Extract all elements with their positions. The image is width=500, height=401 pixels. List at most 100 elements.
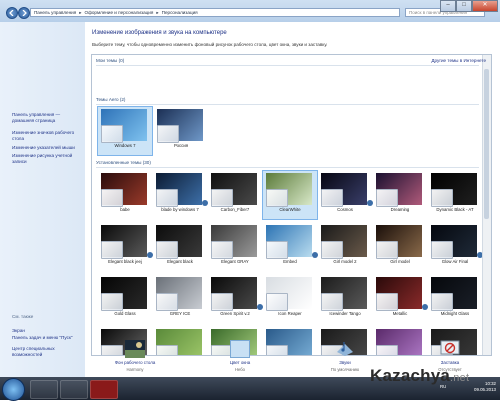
theme-label: Cosmos bbox=[337, 207, 353, 212]
scrollbar[interactable] bbox=[482, 55, 491, 355]
window-color-swatch bbox=[376, 241, 398, 259]
window-color-swatch bbox=[321, 241, 343, 259]
sidebar-link-desktop-icons[interactable]: Изменение значков рабочего стола bbox=[12, 130, 78, 142]
window-color-swatch bbox=[266, 241, 288, 259]
sidebar-link-account-picture[interactable]: Изменение рисунка учетной записи bbox=[12, 153, 78, 165]
taskbar-app-icon[interactable] bbox=[90, 380, 118, 399]
theme-tile[interactable]: Girl model 2 bbox=[318, 223, 372, 271]
theme-tile[interactable]: Carbon_Fiber7 bbox=[208, 171, 262, 219]
sounds-button[interactable]: Звуки По умолчанию bbox=[315, 338, 375, 377]
window-color-swatch bbox=[376, 189, 398, 207]
theme-label: Dynamic Black - AT bbox=[436, 207, 474, 212]
get-more-themes-link[interactable]: Другие темы в Интернете bbox=[431, 58, 486, 63]
sidebar-link-display[interactable]: Экран bbox=[12, 328, 78, 334]
desktop-background-button[interactable]: Фон рабочего стола Harmony bbox=[105, 338, 165, 377]
theme-label: Icewinder Tango bbox=[329, 311, 361, 316]
theme-label: Girl model 2 bbox=[333, 259, 357, 264]
screensaver-icon bbox=[440, 340, 460, 355]
theme-tile[interactable]: babe bbox=[98, 171, 152, 219]
theme-tile[interactable]: Elegant GRAY bbox=[208, 223, 262, 271]
breadcrumb-separator-icon: ▸ bbox=[156, 9, 159, 15]
window-color-swatch bbox=[211, 241, 233, 259]
theme-tile[interactable]: Gold Glass bbox=[98, 275, 152, 323]
breadcrumb-item[interactable]: Панель управления bbox=[34, 10, 76, 15]
theme-tile[interactable]: Elegant black jeej bbox=[98, 223, 153, 271]
clock[interactable]: 10:32 09.05.2013 bbox=[474, 381, 496, 393]
theme-tile[interactable]: blade by windows 7 bbox=[153, 171, 208, 219]
window-color-swatch bbox=[211, 189, 233, 207]
theme-label: Gold Glass bbox=[114, 311, 136, 316]
minimize-button[interactable]: – bbox=[440, 0, 456, 12]
sounds-icon bbox=[337, 342, 353, 356]
start-button[interactable] bbox=[2, 378, 25, 401]
desktop-background-label: Фон рабочего стола bbox=[114, 360, 156, 365]
taskbar-ie-icon[interactable] bbox=[30, 380, 58, 399]
theme-label: Elegant GRAY bbox=[221, 259, 249, 264]
sounds-label: Звуки bbox=[339, 360, 351, 365]
theme-tile[interactable]: Icon Reaper bbox=[263, 275, 317, 323]
theme-tile[interactable]: Dynamic Black - AT bbox=[428, 171, 482, 219]
theme-label: Windows 7 bbox=[114, 143, 136, 148]
window-controls: – □ ✕ bbox=[440, 0, 498, 12]
theme-label: blade by windows 7 bbox=[161, 207, 199, 212]
divider bbox=[96, 104, 479, 105]
theme-tile[interactable]: Girl model bbox=[373, 223, 427, 271]
close-button[interactable]: ✕ bbox=[472, 0, 498, 12]
window-color-label: Цвет окна bbox=[229, 360, 251, 365]
sidebar-link-home[interactable]: Панель управления — домашняя страница bbox=[12, 112, 78, 124]
theme-tile[interactable]: Windows 7 bbox=[97, 106, 153, 156]
breadcrumb-item[interactable]: Персонализация bbox=[162, 10, 198, 15]
desktop-background-icon bbox=[125, 340, 145, 358]
window-color-swatch bbox=[321, 293, 343, 311]
window-color-swatch bbox=[211, 293, 233, 311]
theme-label: Girl model bbox=[390, 259, 410, 264]
theme-tile[interactable]: Icewinder Tango bbox=[318, 275, 372, 323]
window-color-swatch bbox=[431, 189, 453, 207]
main-content: Изменение изображения и звука на компьют… bbox=[85, 22, 500, 377]
window-color-swatch bbox=[156, 293, 178, 311]
page-subtitle: Выберите тему, чтобы одновременно измени… bbox=[92, 42, 328, 47]
forward-button[interactable] bbox=[18, 7, 30, 19]
address-bar[interactable]: Панель управления ▸ Оформление и персона… bbox=[30, 8, 400, 17]
window-color-swatch bbox=[101, 241, 123, 259]
theme-tile[interactable]: GREY ICE bbox=[153, 275, 207, 323]
window-color-swatch bbox=[101, 293, 123, 311]
window-color-icon bbox=[230, 340, 250, 358]
theme-label: GREY ICE bbox=[169, 311, 191, 316]
title-bar: Панель управления ▸ Оформление и персона… bbox=[0, 0, 500, 23]
taskbar-explorer-icon[interactable] bbox=[60, 380, 88, 399]
theme-tile[interactable]: ClearWhite bbox=[262, 170, 318, 220]
desktop-background-value: Harmony bbox=[126, 367, 144, 372]
theme-label: ClearWhite bbox=[279, 207, 301, 212]
theme-tile[interactable]: Midnight Glass bbox=[428, 275, 482, 323]
window-color-swatch bbox=[157, 125, 179, 143]
theme-tile[interactable]: Cosmos bbox=[318, 171, 373, 219]
maximize-button[interactable]: □ bbox=[456, 0, 472, 12]
window-color-value: Небо bbox=[234, 367, 246, 372]
window-color-swatch bbox=[156, 241, 178, 259]
divider bbox=[96, 167, 479, 168]
theme-label: Metallic bbox=[392, 311, 408, 316]
theme-tile[interactable]: Glow Air Final bbox=[428, 223, 483, 271]
sidebar-link-taskbar[interactable]: Панель задач и меню "Пуск" bbox=[12, 335, 78, 341]
theme-tile[interactable]: Россия bbox=[154, 107, 208, 155]
theme-tile[interactable]: Green Spirit v.2 bbox=[208, 275, 263, 323]
aero-themes-heading: Темы Aero (2) bbox=[96, 97, 126, 102]
theme-label: Glow Air Final bbox=[441, 259, 469, 264]
clock-date: 09.05.2013 bbox=[474, 387, 496, 392]
installed-themes-heading: Установленные темы (30) bbox=[96, 160, 151, 165]
theme-tile[interactable]: Elegant black bbox=[153, 223, 207, 271]
theme-tile[interactable]: Dreaming bbox=[373, 171, 427, 219]
theme-tile[interactable]: Embed bbox=[263, 223, 318, 271]
page-title: Изменение изображения и звука на компьют… bbox=[92, 30, 227, 36]
window-color-button[interactable]: Цвет окна Небо bbox=[210, 338, 270, 377]
theme-tile[interactable]: Metallic bbox=[373, 275, 428, 323]
my-themes-heading: Мои темы (0) bbox=[96, 58, 125, 63]
sidebar-link-mouse-pointers[interactable]: Изменение указателей мыши bbox=[12, 145, 78, 151]
back-button[interactable] bbox=[6, 7, 18, 19]
theme-label: Icon Reaper bbox=[278, 311, 302, 316]
scrollbar-thumb[interactable] bbox=[484, 69, 489, 219]
sounds-value: По умолчанию bbox=[330, 367, 360, 372]
breadcrumb-item[interactable]: Оформление и персонализация bbox=[85, 10, 154, 15]
sidebar-link-ease-of-access[interactable]: Центр специальных возможностей bbox=[12, 346, 78, 358]
